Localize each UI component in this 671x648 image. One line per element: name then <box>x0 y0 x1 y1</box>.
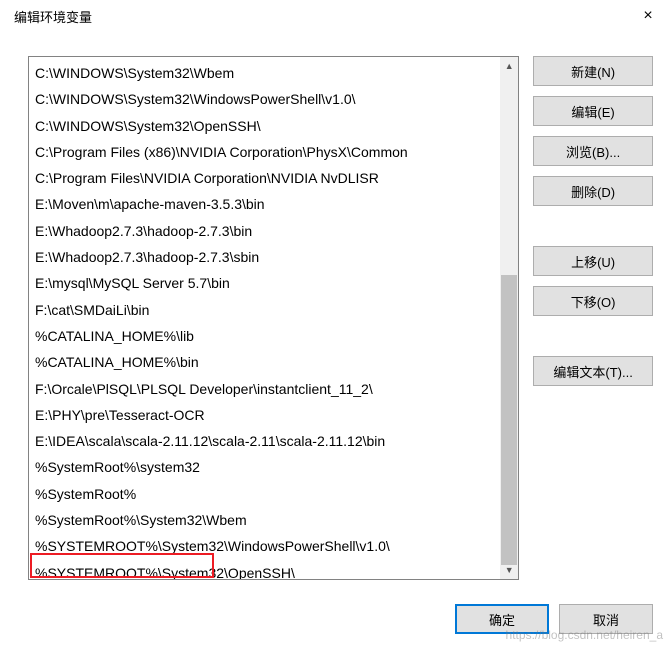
list-item[interactable]: %SystemRoot% <box>29 481 500 507</box>
scroll-track[interactable] <box>500 75 518 561</box>
list-item[interactable]: %CATALINA_HOME%\lib <box>29 323 500 349</box>
list-item[interactable]: %SYSTEMROOT%\System32\WindowsPowerShell\… <box>29 533 500 559</box>
list-item[interactable]: %SystemRoot%\system32 <box>29 454 500 480</box>
scroll-thumb[interactable] <box>501 275 517 565</box>
close-icon[interactable]: × <box>639 7 657 25</box>
list-item[interactable]: C:\WINDOWS\System32\OpenSSH\ <box>29 113 500 139</box>
list-item[interactable]: C:\WINDOWS\System32\Wbem <box>29 60 500 86</box>
list-item[interactable]: %SYSTEMROOT%\System32\OpenSSH\ <box>29 560 500 579</box>
path-list[interactable]: C:\WINDOWS\System32\WbemC:\WINDOWS\Syste… <box>29 57 500 579</box>
cancel-button[interactable]: 取消 <box>559 604 653 634</box>
edit-button[interactable]: 编辑(E) <box>533 96 653 126</box>
list-item[interactable]: %SystemRoot%\System32\Wbem <box>29 507 500 533</box>
move-down-button[interactable]: 下移(O) <box>533 286 653 316</box>
list-item[interactable]: F:\Orcale\PlSQL\PLSQL Developer\instantc… <box>29 376 500 402</box>
list-item[interactable]: C:\Program Files (x86)\NVIDIA Corporatio… <box>29 139 500 165</box>
side-buttons: 新建(N) 编辑(E) 浏览(B)... 删除(D) 上移(U) 下移(O) 编… <box>533 56 653 580</box>
footer-buttons: 确定 取消 <box>455 604 653 634</box>
title-bar: 编辑环境变量 × <box>0 0 671 32</box>
path-listbox[interactable]: C:\WINDOWS\System32\WbemC:\WINDOWS\Syste… <box>28 56 519 580</box>
delete-button[interactable]: 删除(D) <box>533 176 653 206</box>
list-item[interactable]: F:\cat\SMDaiLi\bin <box>29 297 500 323</box>
scroll-up-icon[interactable]: ▲ <box>500 57 518 75</box>
list-item[interactable]: C:\WINDOWS\System32\WindowsPowerShell\v1… <box>29 86 500 112</box>
ok-button[interactable]: 确定 <box>455 604 549 634</box>
list-item[interactable]: E:\IDEA\scala\scala-2.11.12\scala-2.11\s… <box>29 428 500 454</box>
new-button[interactable]: 新建(N) <box>533 56 653 86</box>
edit-text-button[interactable]: 编辑文本(T)... <box>533 356 653 386</box>
list-item[interactable]: %CATALINA_HOME%\bin <box>29 349 500 375</box>
list-item[interactable]: E:\Whadoop2.7.3\hadoop-2.7.3\sbin <box>29 244 500 270</box>
content-area: C:\WINDOWS\System32\WbemC:\WINDOWS\Syste… <box>0 32 671 580</box>
window-title: 编辑环境变量 <box>14 7 92 26</box>
move-up-button[interactable]: 上移(U) <box>533 246 653 276</box>
browse-button[interactable]: 浏览(B)... <box>533 136 653 166</box>
list-item[interactable]: E:\Moven\m\apache-maven-3.5.3\bin <box>29 191 500 217</box>
list-item[interactable]: E:\mysql\MySQL Server 5.7\bin <box>29 270 500 296</box>
list-item[interactable]: E:\PHY\pre\Tesseract-OCR <box>29 402 500 428</box>
list-item[interactable]: E:\Whadoop2.7.3\hadoop-2.7.3\bin <box>29 218 500 244</box>
scrollbar[interactable]: ▲ ▼ <box>500 57 518 579</box>
list-item[interactable]: C:\Program Files\NVIDIA Corporation\NVID… <box>29 165 500 191</box>
